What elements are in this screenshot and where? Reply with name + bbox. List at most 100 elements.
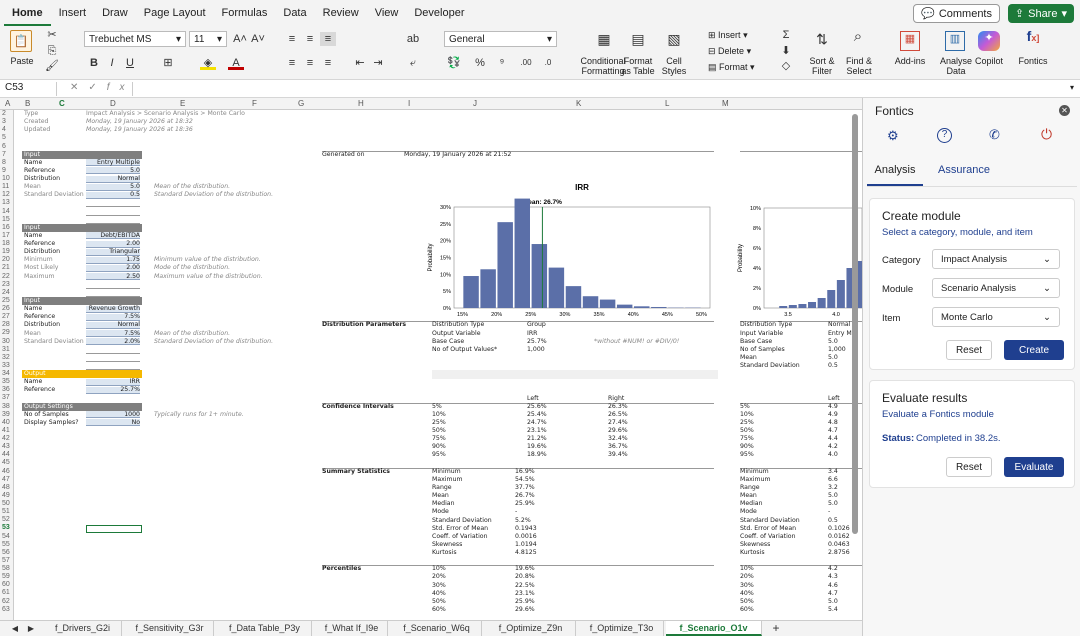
- row-header[interactable]: 57: [0, 557, 13, 565]
- analyse-data-icon[interactable]: ▥: [945, 31, 965, 51]
- addins-button[interactable]: Add-ins: [892, 56, 928, 66]
- addins-icon[interactable]: ▦: [900, 31, 920, 51]
- row-header[interactable]: 10: [0, 175, 13, 183]
- row-header[interactable]: 48: [0, 484, 13, 492]
- row-header[interactable]: 59: [0, 573, 13, 581]
- column-header-b[interactable]: B: [25, 99, 30, 108]
- comma-icon[interactable]: ⁹: [494, 56, 510, 70]
- row-header[interactable]: 36: [0, 386, 13, 394]
- conditional-formatting-icon[interactable]: ▦: [596, 32, 612, 46]
- borders-icon[interactable]: ⊞: [160, 56, 176, 70]
- font-color-icon[interactable]: A: [228, 56, 244, 70]
- row-header[interactable]: 13: [0, 199, 13, 207]
- align-center-icon[interactable]: ≡: [302, 56, 318, 70]
- fontics-button[interactable]: Fontics: [1016, 56, 1050, 66]
- row-header[interactable]: 25: [0, 297, 13, 305]
- align-bottom-icon[interactable]: ≡: [320, 32, 336, 46]
- autosum-icon[interactable]: Σ: [778, 28, 794, 42]
- share-button[interactable]: ⇪ Share ▾: [1007, 4, 1074, 23]
- fill-icon[interactable]: ⬇: [778, 44, 794, 58]
- row-header[interactable]: 49: [0, 492, 13, 500]
- row-header[interactable]: 4: [0, 126, 13, 134]
- row-header[interactable]: 21: [0, 264, 13, 272]
- row-header[interactable]: 32: [0, 354, 13, 362]
- indent-decrease-icon[interactable]: ⇤: [352, 56, 368, 70]
- align-left-icon[interactable]: ≡: [284, 56, 300, 70]
- column-header-j[interactable]: J: [473, 99, 477, 108]
- row-header[interactable]: 12: [0, 191, 13, 199]
- format-table-button[interactable]: Format as Table: [618, 56, 658, 76]
- increase-decimal-icon[interactable]: .00: [518, 56, 534, 70]
- sort-filter-button[interactable]: Sort & Filter: [806, 56, 838, 76]
- row-header[interactable]: 30: [0, 338, 13, 346]
- copy-icon[interactable]: ⎘: [44, 44, 60, 58]
- column-header-e[interactable]: E: [180, 99, 185, 108]
- row-header[interactable]: 6: [0, 143, 13, 151]
- row-header[interactable]: 26: [0, 305, 13, 313]
- row-header[interactable]: 39: [0, 411, 13, 419]
- row-header[interactable]: 24: [0, 289, 13, 297]
- column-header-g[interactable]: G: [298, 99, 304, 108]
- row-header[interactable]: 45: [0, 459, 13, 467]
- sheet-tab[interactable]: f_Scenario_O1v: [666, 621, 762, 636]
- align-right-icon[interactable]: ≡: [320, 56, 336, 70]
- copilot-button[interactable]: Copilot: [972, 56, 1006, 66]
- clear-icon[interactable]: ◇: [778, 59, 794, 73]
- menu-review[interactable]: Review: [315, 0, 367, 26]
- cell-styles-button[interactable]: Cell Styles: [658, 56, 690, 76]
- row-header[interactable]: 43: [0, 443, 13, 451]
- tab-scroll-right-icon[interactable]: ▶: [26, 621, 36, 636]
- italic-icon[interactable]: I: [104, 56, 120, 70]
- sheet-tab[interactable]: f_Optimize_T3o: [580, 621, 664, 636]
- sheet-tab[interactable]: f_Data Table_P3y: [218, 621, 312, 636]
- help-icon[interactable]: ?: [937, 128, 952, 143]
- column-header-l[interactable]: L: [665, 99, 669, 108]
- column-header-m[interactable]: M: [722, 99, 729, 108]
- row-header[interactable]: 20: [0, 256, 13, 264]
- cut-icon[interactable]: ✂: [44, 28, 60, 42]
- row-header[interactable]: 11: [0, 183, 13, 191]
- delete-cells-button[interactable]: ⊟ Delete ▾: [708, 46, 760, 56]
- selected-cell-c53[interactable]: [86, 524, 142, 533]
- worksheet-grid[interactable]: ABCDEFGHIJKLM 2 3 4 5 6 7 8 9 10 11 12 13 14 15 16 17 18…: [0, 98, 862, 620]
- indent-increase-icon[interactable]: ⇥: [370, 56, 386, 70]
- menu-view[interactable]: View: [367, 0, 407, 26]
- row-header[interactable]: 53: [0, 524, 13, 532]
- row-header[interactable]: 22: [0, 273, 13, 281]
- cell-styles-icon[interactable]: ▧: [666, 32, 682, 46]
- row-header[interactable]: 60: [0, 581, 13, 589]
- row-header[interactable]: 33: [0, 362, 13, 370]
- row-header[interactable]: 37: [0, 394, 13, 402]
- power-icon[interactable]: ⏻: [1041, 126, 1052, 143]
- currency-icon[interactable]: 💱: [446, 56, 462, 70]
- row-header[interactable]: 19: [0, 248, 13, 256]
- close-icon[interactable]: ✕: [1059, 105, 1070, 116]
- row-header[interactable]: 52: [0, 516, 13, 524]
- evaluate-button[interactable]: Evaluate: [1004, 457, 1064, 477]
- row-header[interactable]: 23: [0, 281, 13, 289]
- menu-page-layout[interactable]: Page Layout: [136, 0, 214, 26]
- column-header-i[interactable]: I: [408, 99, 410, 108]
- fill-color-icon[interactable]: ◈: [200, 56, 216, 70]
- bold-icon[interactable]: B: [86, 56, 102, 70]
- menu-draw[interactable]: Draw: [94, 0, 136, 26]
- evaluate-reset-button[interactable]: Reset: [946, 457, 992, 477]
- row-header[interactable]: 5: [0, 134, 13, 142]
- decrease-decimal-icon[interactable]: .0: [540, 56, 556, 70]
- analyse-data-button[interactable]: Analyse Data: [936, 56, 976, 76]
- row-header[interactable]: 46: [0, 468, 13, 476]
- paste-icon[interactable]: 📋: [10, 30, 32, 52]
- text-orientation-icon[interactable]: ab: [405, 32, 421, 46]
- row-header[interactable]: 47: [0, 476, 13, 484]
- increase-font-icon[interactable]: A˄: [232, 32, 248, 46]
- paste-button[interactable]: Paste: [10, 56, 34, 66]
- name-box[interactable]: C53: [3, 82, 57, 96]
- expand-formula-icon[interactable]: ▾: [1070, 83, 1074, 92]
- decrease-font-icon[interactable]: A˅: [250, 32, 266, 46]
- create-reset-button[interactable]: Reset: [946, 340, 992, 360]
- row-header[interactable]: 41: [0, 427, 13, 435]
- row-header[interactable]: 55: [0, 541, 13, 549]
- cell-area[interactable]: Type Impact Analysis > Scenario Analysis …: [14, 110, 862, 620]
- wrap-text-icon[interactable]: ⤶: [405, 56, 421, 70]
- find-select-icon[interactable]: ⌕: [850, 29, 866, 44]
